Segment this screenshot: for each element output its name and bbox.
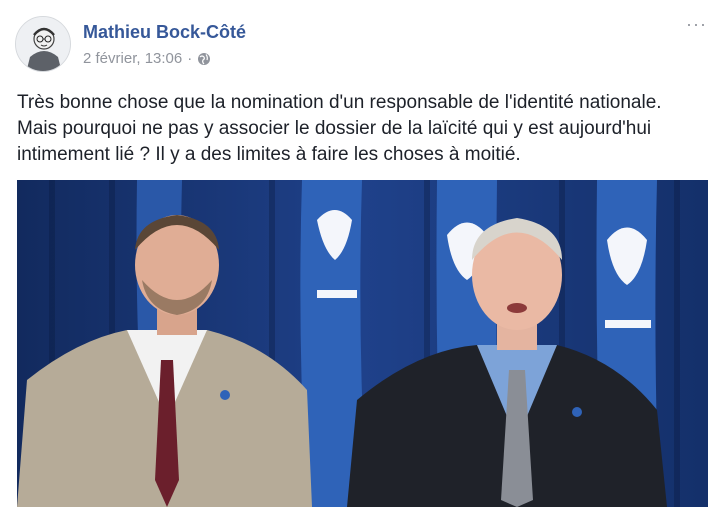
author-name-link[interactable]: Mathieu Bock-Côté	[83, 22, 246, 43]
post-text-line: Mais pourquoi ne pas y associer le dossi…	[17, 118, 652, 139]
post-photo[interactable]	[17, 180, 708, 507]
avatar-sketch-icon	[16, 17, 70, 71]
press-conference-photo	[17, 180, 708, 507]
post-text-line: Très bonne chose que la nomination d'un …	[17, 92, 662, 113]
post-timestamp-link[interactable]: 2 février, 13:06	[83, 50, 182, 67]
post-meta: 2 février, 13:06 ·	[83, 50, 211, 67]
post-text: Très bonne chose que la nomination d'un …	[17, 90, 707, 168]
post-text-line: intimement lié ? Il y a des limites à fa…	[17, 144, 521, 165]
author-avatar[interactable]	[15, 16, 71, 72]
meta-separator: ·	[187, 50, 193, 67]
globe-icon	[198, 52, 211, 65]
facebook-post: Mathieu Bock-Côté 2 février, 13:06 · ···…	[0, 0, 719, 507]
more-options-icon[interactable]: ···	[686, 14, 707, 35]
